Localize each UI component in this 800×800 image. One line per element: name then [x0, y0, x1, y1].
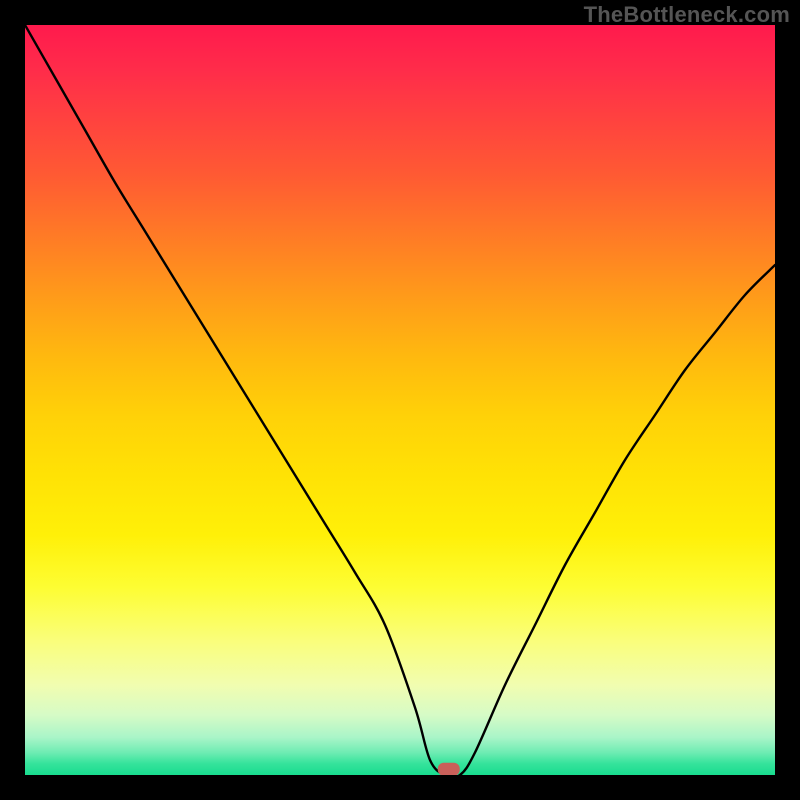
plot-area: [25, 25, 775, 775]
chart-frame: TheBottleneck.com: [0, 0, 800, 800]
watermark-text: TheBottleneck.com: [584, 2, 790, 28]
optimal-marker: [438, 763, 460, 775]
curve-svg: [25, 25, 775, 775]
bottleneck-curve: [25, 25, 775, 775]
